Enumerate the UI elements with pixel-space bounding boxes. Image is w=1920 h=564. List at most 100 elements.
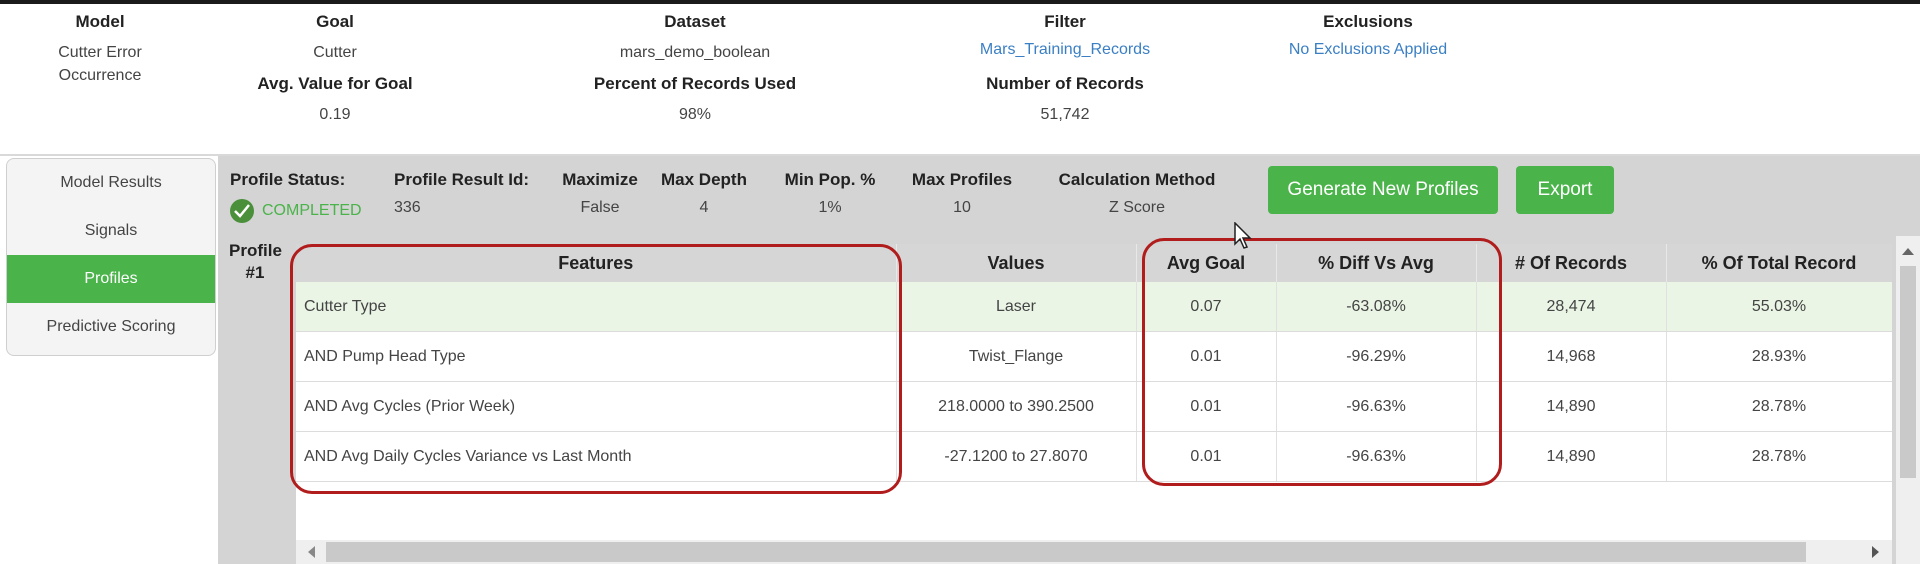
num-records-value: 51,742 [1040,106,1090,123]
summary-avg-value: Avg. Value for Goal 0.19 [215,74,455,126]
cell-records: 14,968 [1476,331,1667,382]
cell-feature: AND Avg Cycles (Prior Week) [296,381,897,432]
summary-exclusions: Exclusions No Exclusions Applied [1248,12,1488,59]
summary-num-records: Number of Records 51,742 [950,74,1180,126]
profile-table-container: Features Values Avg Goal % Diff Vs Avg #… [296,244,1892,540]
vertical-scrollbar[interactable] [1896,236,1920,564]
profile-max-depth: Max Depth 4 [654,170,754,217]
cell-feature: AND Pump Head Type [296,331,897,382]
result-id-label: Profile Result Id: [394,170,530,189]
max-depth-label: Max Depth [661,170,747,189]
table-row[interactable]: Cutter Type Laser 0.07 -63.08% 28,474 55… [296,282,1892,332]
profile-label-line2: #1 [245,263,265,282]
nav-item-model-results[interactable]: Model Results [7,159,215,207]
col-header-values[interactable]: Values [896,244,1137,282]
col-header-records[interactable]: # Of Records [1476,244,1667,282]
model-value-line1: Cutter Error [58,44,142,61]
dataset-value: mars_demo_boolean [619,44,771,61]
horizontal-scrollbar[interactable] [296,540,1892,564]
cell-records: 14,890 [1476,381,1667,432]
cell-diff: -96.63% [1276,381,1477,432]
goal-label: Goal [316,12,354,31]
export-button[interactable]: Export [1516,166,1614,214]
horizontal-scroll-thumb[interactable] [326,542,1806,562]
summary-dataset: Dataset mars_demo_boolean [560,12,830,64]
calc-method-label: Calculation Method [1058,170,1216,189]
profile-result-id: Profile Result Id: 336 [394,170,529,217]
exclusions-label: Exclusions [1323,12,1413,31]
model-label: Model [75,12,125,31]
summary-filter: Filter Mars_Training_Records [940,12,1190,59]
model-value: Cutter Error Occurrence [20,41,180,87]
profile-maximize: Maximize False [558,170,642,217]
avg-value-value: 0.19 [319,106,351,123]
summary-percent-used: Percent of Records Used 98% [555,74,835,126]
profile-status-value: COMPLETED [262,202,362,219]
check-circle-icon [230,199,254,223]
cell-avg-goal: 0.01 [1136,431,1277,482]
max-profiles-value: 10 [953,199,971,216]
cell-diff: -96.63% [1276,431,1477,482]
summary-goal: Goal Cutter [235,12,435,64]
cell-records: 28,474 [1476,282,1667,332]
cell-pct-total: 28.78% [1666,381,1892,432]
maximize-value: False [580,199,620,216]
calc-method-value: Z Score [1108,199,1165,216]
col-header-pct-total[interactable]: % Of Total Record [1666,244,1892,282]
cell-avg-goal: 0.01 [1136,331,1277,382]
profile-number-label: Profile #1 [229,240,282,284]
cell-value: Laser [896,282,1137,332]
profile-min-pop: Min Pop. % 1% [772,170,888,217]
cell-records: 14,890 [1476,431,1667,482]
percent-used-value: 98% [678,106,712,123]
goal-value: Cutter [313,44,357,61]
col-header-avg-goal[interactable]: Avg Goal [1136,244,1277,282]
percent-used-label: Percent of Records Used [593,74,797,93]
scroll-up-icon[interactable] [1902,248,1914,255]
result-id-value: 336 [394,199,421,216]
profile-label-line1: Profile [229,241,282,260]
min-pop-value: 1% [818,199,842,216]
table-row[interactable]: AND Avg Daily Cycles Variance vs Last Mo… [296,431,1892,482]
cell-diff: -96.29% [1276,331,1477,382]
profile-status: Profile Status: COMPLETED [230,170,362,223]
cell-avg-goal: 0.07 [1136,282,1277,332]
vertical-scroll-thumb[interactable] [1900,266,1916,478]
filter-label: Filter [1044,12,1086,31]
min-pop-label: Min Pop. % [784,170,876,189]
avg-value-label: Avg. Value for Goal [257,74,413,93]
summary-model: Model Cutter Error Occurrence [20,12,180,87]
cell-pct-total: 55.03% [1666,282,1892,332]
model-value-line2: Occurrence [58,67,142,84]
cell-pct-total: 28.93% [1666,331,1892,382]
table-row[interactable]: AND Pump Head Type Twist_Flange 0.01 -96… [296,331,1892,382]
left-nav: Model Results Signals Profiles Predictiv… [6,158,216,356]
max-depth-value: 4 [699,199,709,216]
cell-pct-total: 28.78% [1666,431,1892,482]
nav-item-profiles[interactable]: Profiles [7,255,215,303]
profile-calc-method: Calculation Method Z Score [1046,170,1228,217]
cell-avg-goal: 0.01 [1136,381,1277,432]
profile-max-profiles: Max Profiles 10 [900,170,1024,217]
scroll-left-icon[interactable] [308,546,315,558]
cell-feature: AND Avg Daily Cycles Variance vs Last Mo… [296,431,897,482]
generate-new-profiles-button[interactable]: Generate New Profiles [1268,166,1498,214]
profile-status-value-wrap: COMPLETED [230,199,362,223]
cell-value: 218.0000 to 390.2500 [896,381,1137,432]
filter-link[interactable]: Mars_Training_Records [940,41,1190,59]
exclusions-link[interactable]: No Exclusions Applied [1248,41,1488,59]
nav-item-predictive-scoring[interactable]: Predictive Scoring [7,303,215,351]
dataset-label: Dataset [664,12,726,31]
table-header-row: Features Values Avg Goal % Diff Vs Avg #… [296,244,1892,282]
col-header-diff[interactable]: % Diff Vs Avg [1276,244,1477,282]
maximize-label: Maximize [562,170,638,189]
cell-value: Twist_Flange [896,331,1137,382]
model-summary: Model Cutter Error Occurrence Goal Cutte… [0,4,1920,154]
cell-feature: Cutter Type [296,282,897,332]
col-header-features[interactable]: Features [296,244,897,282]
table-row[interactable]: AND Avg Cycles (Prior Week) 218.0000 to … [296,381,1892,432]
profile-table: Features Values Avg Goal % Diff Vs Avg #… [296,244,1892,482]
profile-status-label: Profile Status: [230,170,346,189]
nav-item-signals[interactable]: Signals [7,207,215,255]
scroll-right-icon[interactable] [1872,546,1879,558]
